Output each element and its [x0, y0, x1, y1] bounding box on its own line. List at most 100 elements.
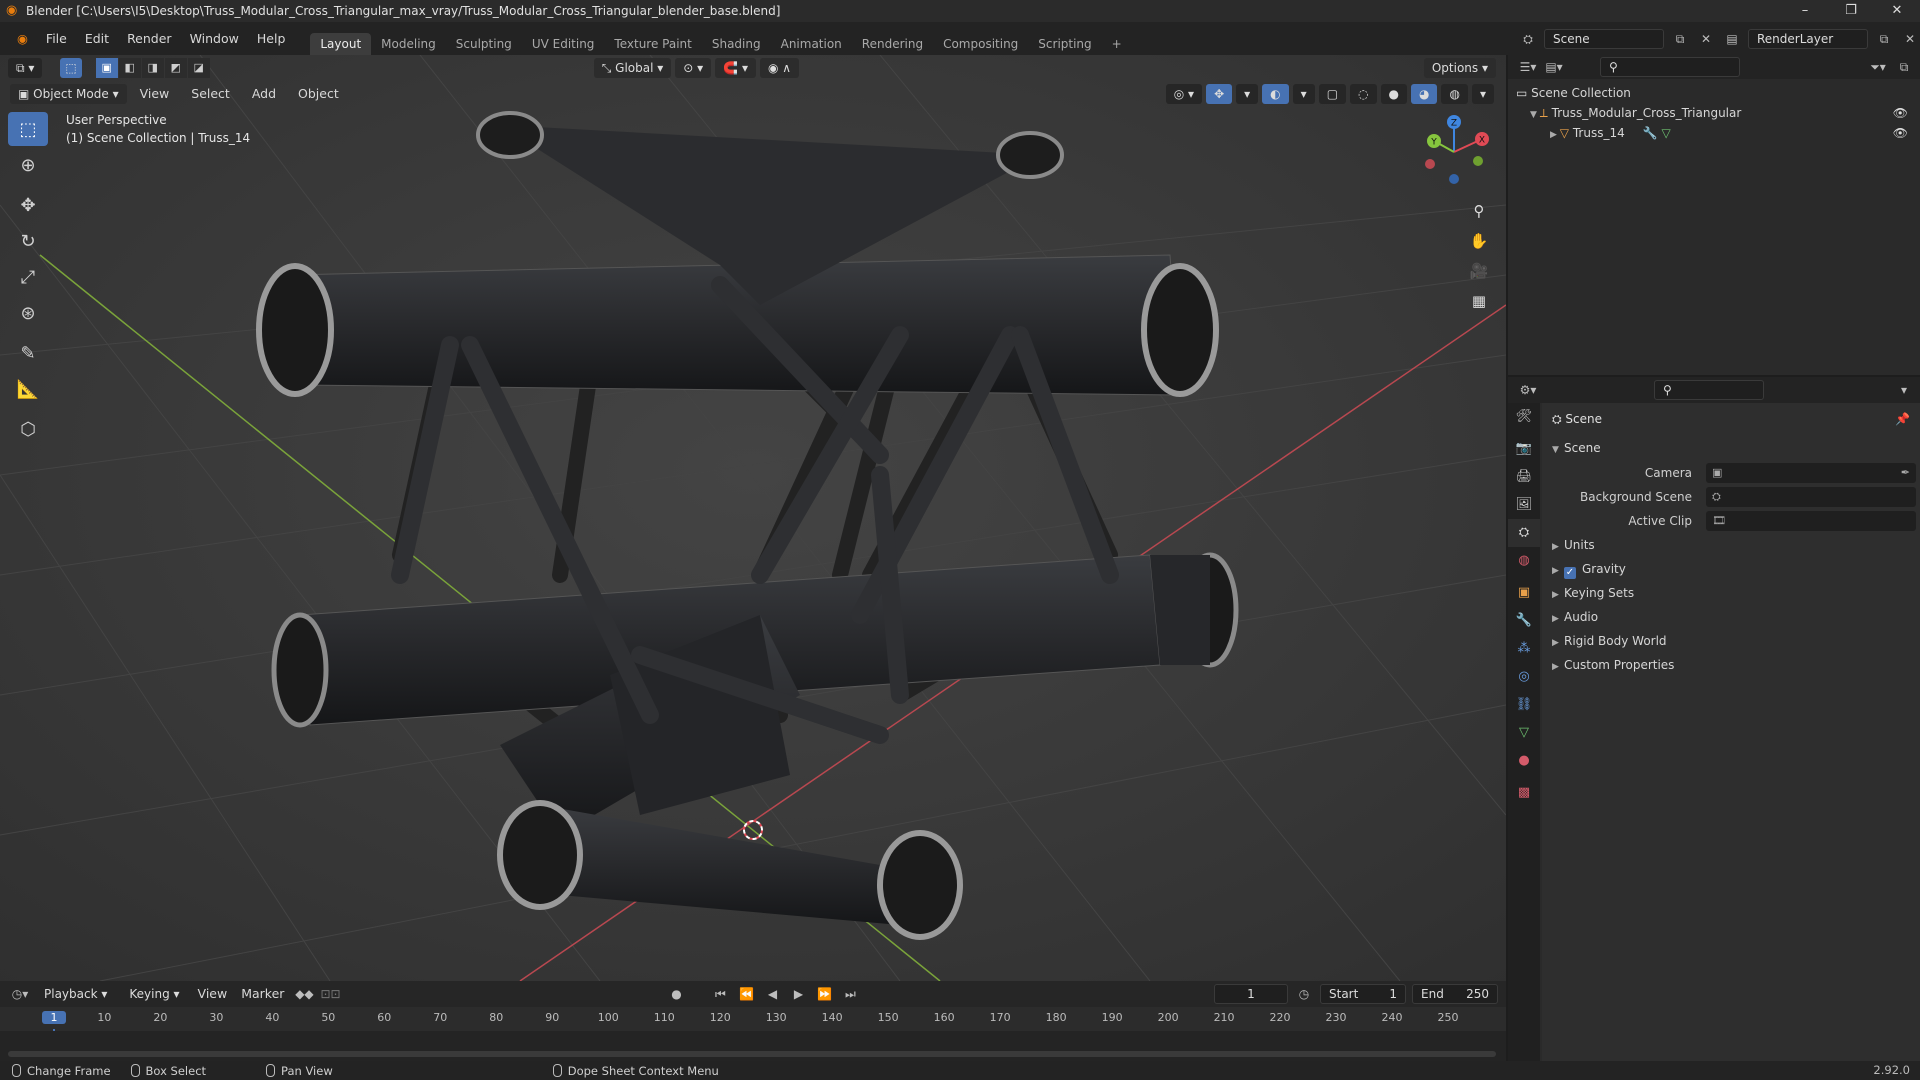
jump-end-icon[interactable]: ⏭	[840, 984, 860, 1004]
tab-compositing[interactable]: Compositing	[933, 33, 1028, 55]
snap-toggle[interactable]: 🧲 ▾	[715, 58, 756, 78]
shading-dropdown-icon[interactable]: ▾	[1471, 84, 1494, 104]
active-clip-field[interactable]: 🎞	[1706, 511, 1916, 531]
outliner-item-truss-collection[interactable]: ▼ ⟂ Truss_Modular_Cross_Triangular 👁	[1508, 103, 1920, 123]
neg-x-axis-icon[interactable]	[1425, 159, 1435, 169]
annotate-tool-icon[interactable]: ✎	[8, 336, 48, 370]
delete-view-layer-icon[interactable]: ✕	[1900, 29, 1920, 49]
timeline-marker-menu[interactable]: Marker	[237, 981, 288, 1007]
particles-tab-icon[interactable]: ⁂	[1508, 635, 1540, 663]
tab-animation[interactable]: Animation	[771, 33, 852, 55]
zoom-icon[interactable]: ⚲	[1466, 197, 1492, 225]
blender-menu-icon[interactable]: ◉	[8, 22, 37, 55]
tool-tab-icon[interactable]: 🛠	[1508, 403, 1540, 431]
background-scene-field[interactable]: ⛭	[1706, 487, 1916, 507]
scene-tab-icon[interactable]: ⛭	[1508, 519, 1540, 547]
gizmo-toggle-icon[interactable]: ✥	[1206, 84, 1233, 104]
units-panel[interactable]: ▶ Units	[1542, 533, 1920, 557]
properties-editor-icon[interactable]: ⚙▾	[1518, 380, 1538, 400]
wireframe-shading-icon[interactable]: ◌	[1350, 84, 1377, 104]
viewport-menu-select[interactable]: Select	[182, 81, 239, 107]
transform-orientation-dropdown[interactable]: ⤡ Global ▾	[593, 58, 672, 78]
play-icon[interactable]: ▶	[788, 984, 808, 1004]
auto-keying-icon[interactable]: ●	[666, 984, 686, 1004]
gravity-panel[interactable]: ▶ ✓ Gravity	[1542, 557, 1920, 581]
add-cube-tool-icon[interactable]: ⬡	[8, 412, 48, 446]
outliner-editor-icon[interactable]: ☰▾	[1518, 57, 1538, 77]
timeline-body[interactable]	[0, 1031, 1506, 1061]
minimize-button[interactable]: –	[1782, 0, 1828, 22]
select-subtract-icon[interactable]: ◨	[141, 58, 164, 78]
close-button[interactable]: ✕	[1874, 0, 1920, 22]
current-frame-field[interactable]: 1	[1214, 984, 1288, 1004]
gravity-checkbox[interactable]: ✓	[1564, 567, 1576, 579]
end-frame-field[interactable]: End 250	[1412, 984, 1498, 1004]
outliner-scene-collection[interactable]: ▭ Scene Collection	[1508, 83, 1920, 103]
select-intersect-icon[interactable]: ◪	[187, 58, 210, 78]
options-dropdown[interactable]: Options ▾	[1423, 58, 1496, 78]
constraints-tab-icon[interactable]: ⛓	[1508, 691, 1540, 719]
scene-field[interactable]: Scene	[1544, 28, 1664, 49]
move-tool-icon[interactable]: ✥	[8, 188, 48, 222]
pivot-point-dropdown[interactable]: ⊙ ▾	[675, 58, 712, 78]
render-tab-icon[interactable]: 📷	[1508, 435, 1540, 463]
menu-help[interactable]: Help	[248, 22, 295, 55]
rotate-tool-icon[interactable]: ↻	[8, 224, 48, 258]
play-reverse-icon[interactable]: ◀	[762, 984, 782, 1004]
data-tab-icon[interactable]: ▽	[1508, 719, 1540, 747]
jump-next-keyframe-icon[interactable]: ⏩	[814, 984, 834, 1004]
editor-type-icon[interactable]: ⧉ ▾	[8, 58, 43, 78]
outliner-item-truss-14[interactable]: ▶ ▽ Truss_14 🔧 ▽ 👁	[1508, 123, 1920, 143]
tab-rendering[interactable]: Rendering	[852, 33, 933, 55]
solid-shading-icon[interactable]: ●	[1380, 84, 1407, 104]
select-extend-icon[interactable]: ◧	[118, 58, 141, 78]
timeline-scrollbar[interactable]	[8, 1051, 1496, 1057]
timeline-view-menu[interactable]: View	[194, 981, 232, 1007]
modifiers-tab-icon[interactable]: 🔧	[1508, 607, 1540, 635]
texture-tab-icon[interactable]: ▩	[1508, 779, 1540, 807]
viewport-scene[interactable]	[0, 55, 1506, 981]
scale-tool-icon[interactable]: ⤢	[8, 260, 48, 294]
preview-range-icon[interactable]: ◷	[1294, 984, 1314, 1004]
camera-view-icon[interactable]: 🎥	[1466, 257, 1492, 285]
keying-sets-panel[interactable]: ▶ Keying Sets	[1542, 581, 1920, 605]
rigid-body-world-panel[interactable]: ▶ Rigid Body World	[1542, 629, 1920, 653]
neg-y-axis-icon[interactable]	[1473, 156, 1483, 166]
viewport-menu-view[interactable]: View	[131, 81, 179, 107]
world-tab-icon[interactable]: ◍	[1508, 547, 1540, 575]
expand-icon[interactable]: ▶	[1550, 130, 1560, 140]
properties-options-icon[interactable]: ▾	[1894, 380, 1914, 400]
object-tab-icon[interactable]: ▣	[1508, 579, 1540, 607]
view-layer-icon[interactable]: ▤	[1722, 29, 1742, 49]
maximize-button[interactable]: ❐	[1828, 0, 1874, 22]
jump-start-icon[interactable]: ⏮	[710, 984, 730, 1004]
filter-icon[interactable]: ⏷▾	[1868, 57, 1888, 77]
menu-window[interactable]: Window	[181, 22, 248, 55]
timeline-editor-icon[interactable]: ◷▾	[10, 984, 30, 1004]
viewport-menu-add[interactable]: Add	[243, 81, 285, 107]
select-box-tool-icon[interactable]: ⬚	[8, 112, 48, 146]
view-layer-field[interactable]: RenderLayer	[1748, 28, 1868, 49]
visibility-eye-icon[interactable]: 👁	[1893, 103, 1908, 123]
new-view-layer-icon[interactable]: ⧉	[1874, 29, 1894, 49]
tab-modeling[interactable]: Modeling	[371, 33, 446, 55]
material-tab-icon[interactable]: ●	[1508, 747, 1540, 775]
keyframe-insert-icon[interactable]: ⊡⊡	[320, 984, 340, 1004]
keying-menu[interactable]: Keying ▾	[121, 984, 188, 1004]
tab-texture-paint[interactable]: Texture Paint	[604, 33, 701, 55]
playback-menu[interactable]: Playback ▾	[36, 984, 116, 1004]
menu-render[interactable]: Render	[118, 22, 181, 55]
tab-scripting[interactable]: Scripting	[1028, 33, 1101, 55]
xray-toggle-icon[interactable]: ▢	[1318, 84, 1347, 104]
jump-prev-keyframe-icon[interactable]: ⏪	[736, 984, 756, 1004]
gizmo-dropdown-icon[interactable]: ▾	[1236, 84, 1259, 104]
visibility-eye-icon[interactable]: 👁	[1893, 123, 1908, 143]
cursor-tool-icon[interactable]: ⊕	[8, 148, 48, 182]
measure-tool-icon[interactable]: 📐	[8, 372, 48, 406]
active-tool-icon[interactable]: ⬚	[60, 58, 82, 78]
new-scene-icon[interactable]: ⧉	[1670, 29, 1690, 49]
custom-properties-panel[interactable]: ▶ Custom Properties	[1542, 653, 1920, 677]
tab-layout[interactable]: Layout	[310, 33, 372, 55]
menu-edit[interactable]: Edit	[76, 22, 118, 55]
pin-icon[interactable]: 📌	[1895, 403, 1910, 435]
